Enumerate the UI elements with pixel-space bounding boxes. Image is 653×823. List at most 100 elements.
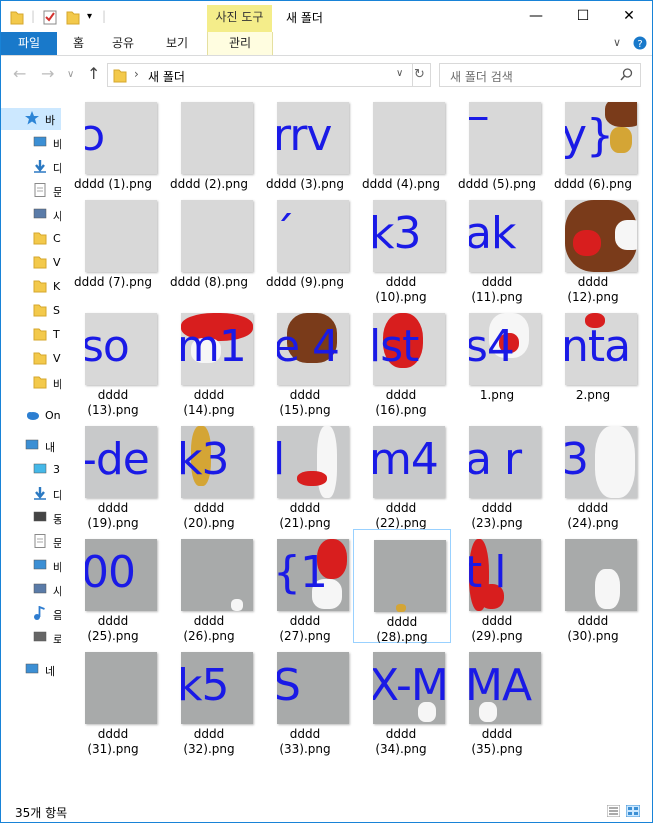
nav-item[interactable]: S (1, 300, 61, 322)
file-item[interactable]: dddd (7).png (65, 190, 161, 302)
forward-arrow-icon[interactable]: → (41, 64, 54, 83)
file-item[interactable]: 00 dddd (25).png (65, 529, 161, 643)
file-item[interactable]: dddd (31).png (65, 642, 161, 756)
file-item[interactable]: -de dddd (19).png (65, 416, 161, 530)
nav-item[interactable]: 내 (1, 435, 61, 457)
thumbnail-image (181, 200, 253, 272)
search-input[interactable]: 새 폴더 검색 (439, 63, 641, 87)
nav-item[interactable]: 바 (1, 555, 61, 577)
nav-item[interactable]: 문 (1, 180, 61, 202)
nav-item[interactable]: V (1, 348, 61, 370)
breadcrumb[interactable]: 새 폴더 (148, 68, 185, 85)
nav-item[interactable]: 바 (1, 132, 61, 154)
details-view-icon[interactable] (607, 805, 620, 817)
file-item[interactable]: k3 dddd (10).png (353, 190, 449, 304)
nav-item[interactable]: V (1, 252, 61, 274)
maximize-button[interactable]: ☐ (560, 1, 606, 32)
file-item[interactable]: m1 dddd (14).png (161, 303, 257, 417)
nav-item[interactable]: T (1, 324, 61, 346)
file-item[interactable]: rrv dddd (3).png (257, 92, 353, 204)
file-name: dddd (25).png (87, 614, 139, 643)
folder-icon (113, 69, 127, 83)
file-item[interactable]: dddd (4).png (353, 92, 449, 204)
nav-item[interactable]: 음 (1, 603, 61, 625)
file-item[interactable]: e 4 dddd (15).png (257, 303, 353, 417)
nav-item[interactable]: 로 (1, 627, 61, 649)
nav-item[interactable]: 네 (1, 659, 61, 681)
nav-item-label: T (53, 328, 60, 341)
nav-item-label: 내 (45, 441, 56, 454)
tab-view[interactable]: 보기 (166, 32, 188, 55)
nav-item[interactable]: 문 (1, 531, 61, 553)
address-bar[interactable]: › 새 폴더 ∨ (107, 63, 413, 87)
file-item[interactable]: so dddd (13).png (65, 303, 161, 417)
up-arrow-icon[interactable]: ↑ (87, 64, 100, 83)
file-item[interactable]: 3 dddd(24).png (545, 416, 641, 530)
nav-item-label: V (53, 256, 61, 269)
tab-file[interactable]: 파일 (1, 32, 57, 55)
nav-item[interactable]: K (1, 276, 61, 298)
help-icon[interactable]: ? (633, 36, 647, 50)
file-item[interactable]: {1 dddd (27).png (257, 529, 353, 643)
file-name: dddd (12).png (567, 275, 619, 304)
file-item[interactable]: s4 1.png (449, 303, 545, 415)
minimize-button[interactable]: — (513, 1, 559, 32)
back-arrow-icon[interactable]: ← (13, 64, 26, 83)
file-item[interactable]: a r dddd (23).png (449, 416, 545, 530)
expand-ribbon-icon[interactable]: ∨ (613, 36, 621, 49)
file-item[interactable]: dddd (8).png (161, 190, 257, 302)
file-item[interactable]: X-M dddd (34).png (353, 642, 449, 756)
large-icons-view-icon[interactable] (626, 805, 640, 817)
file-item[interactable]: Sdddd(33).png (257, 642, 353, 756)
folder-icon (33, 351, 47, 365)
nav-item[interactable]: 동 (1, 507, 61, 529)
nav-item[interactable]: C (1, 228, 61, 250)
nav-item[interactable]: 사 (1, 579, 61, 601)
file-item[interactable]: ak dddd (11).png (449, 190, 545, 304)
new-folder-icon[interactable] (66, 9, 80, 25)
tab-share[interactable]: 공유 (112, 32, 134, 55)
address-dropdown-icon[interactable]: ∨ (396, 68, 403, 79)
nav-item[interactable]: On (1, 405, 61, 427)
file-item[interactable]: dddd (12).png (545, 190, 641, 304)
thumbnail-image (85, 200, 157, 272)
file-item[interactable]: l dddd(21).png (257, 416, 353, 530)
nav-item[interactable]: 바 (1, 372, 61, 394)
file-item[interactable]: k3 dddd (20).png (161, 416, 257, 530)
file-item[interactable]: y} dddd (6).png (545, 92, 641, 204)
file-item[interactable]: dddd (2).png (161, 92, 257, 204)
recent-locations-icon[interactable]: ∨ (67, 69, 74, 80)
nav-item-label: 동 (53, 511, 61, 527)
file-item[interactable]: ‾dddd (5).png (449, 92, 545, 204)
file-item[interactable]: ͻdddd (1).png (65, 92, 161, 204)
file-item[interactable]: nta 2.png (545, 303, 641, 415)
thumbnail-image: so (85, 313, 157, 385)
refresh-icon[interactable]: ↻ (409, 63, 431, 87)
properties-icon[interactable] (43, 9, 57, 25)
nav-item[interactable]: 다 (1, 156, 61, 178)
file-item[interactable]: t l dddd (29).png (449, 529, 545, 643)
folder-icon (33, 279, 47, 293)
file-name: dddd (22).png (375, 501, 427, 530)
close-button[interactable]: ✕ (606, 1, 652, 32)
file-item[interactable]: ´ dddd (9).png (257, 190, 353, 302)
file-item[interactable]: dddd (28).png (353, 529, 451, 644)
nav-item-label: 음 (53, 607, 61, 623)
nav-item[interactable]: 3 (1, 459, 61, 481)
file-item[interactable]: k5 dddd (32).png (161, 642, 257, 756)
nav-item-label: 바 (53, 136, 61, 152)
nav-item[interactable]: 바 (1, 108, 61, 130)
nav-item[interactable]: 사 (1, 204, 61, 226)
file-item[interactable]: dddd (26).png (161, 529, 257, 643)
file-item[interactable]: dddd (30).png (545, 529, 641, 643)
nav-item[interactable]: 다 (1, 483, 61, 505)
file-item[interactable]: lst dddd (16).png (353, 303, 449, 417)
tab-manage[interactable]: 관리 (207, 32, 273, 55)
file-item[interactable]: m4 dddd (22).png (353, 416, 449, 530)
ribbon-tabs: 파일 홈 공유 보기 관리 ∨ ? (1, 32, 652, 56)
tab-home[interactable]: 홈 (73, 32, 84, 55)
customize-quick-access-icon[interactable]: ▾ (87, 11, 92, 27)
thumbnail-image: m4 (373, 426, 445, 498)
file-item[interactable]: MA dddd (35).png (449, 642, 545, 756)
star-icon (25, 111, 39, 125)
